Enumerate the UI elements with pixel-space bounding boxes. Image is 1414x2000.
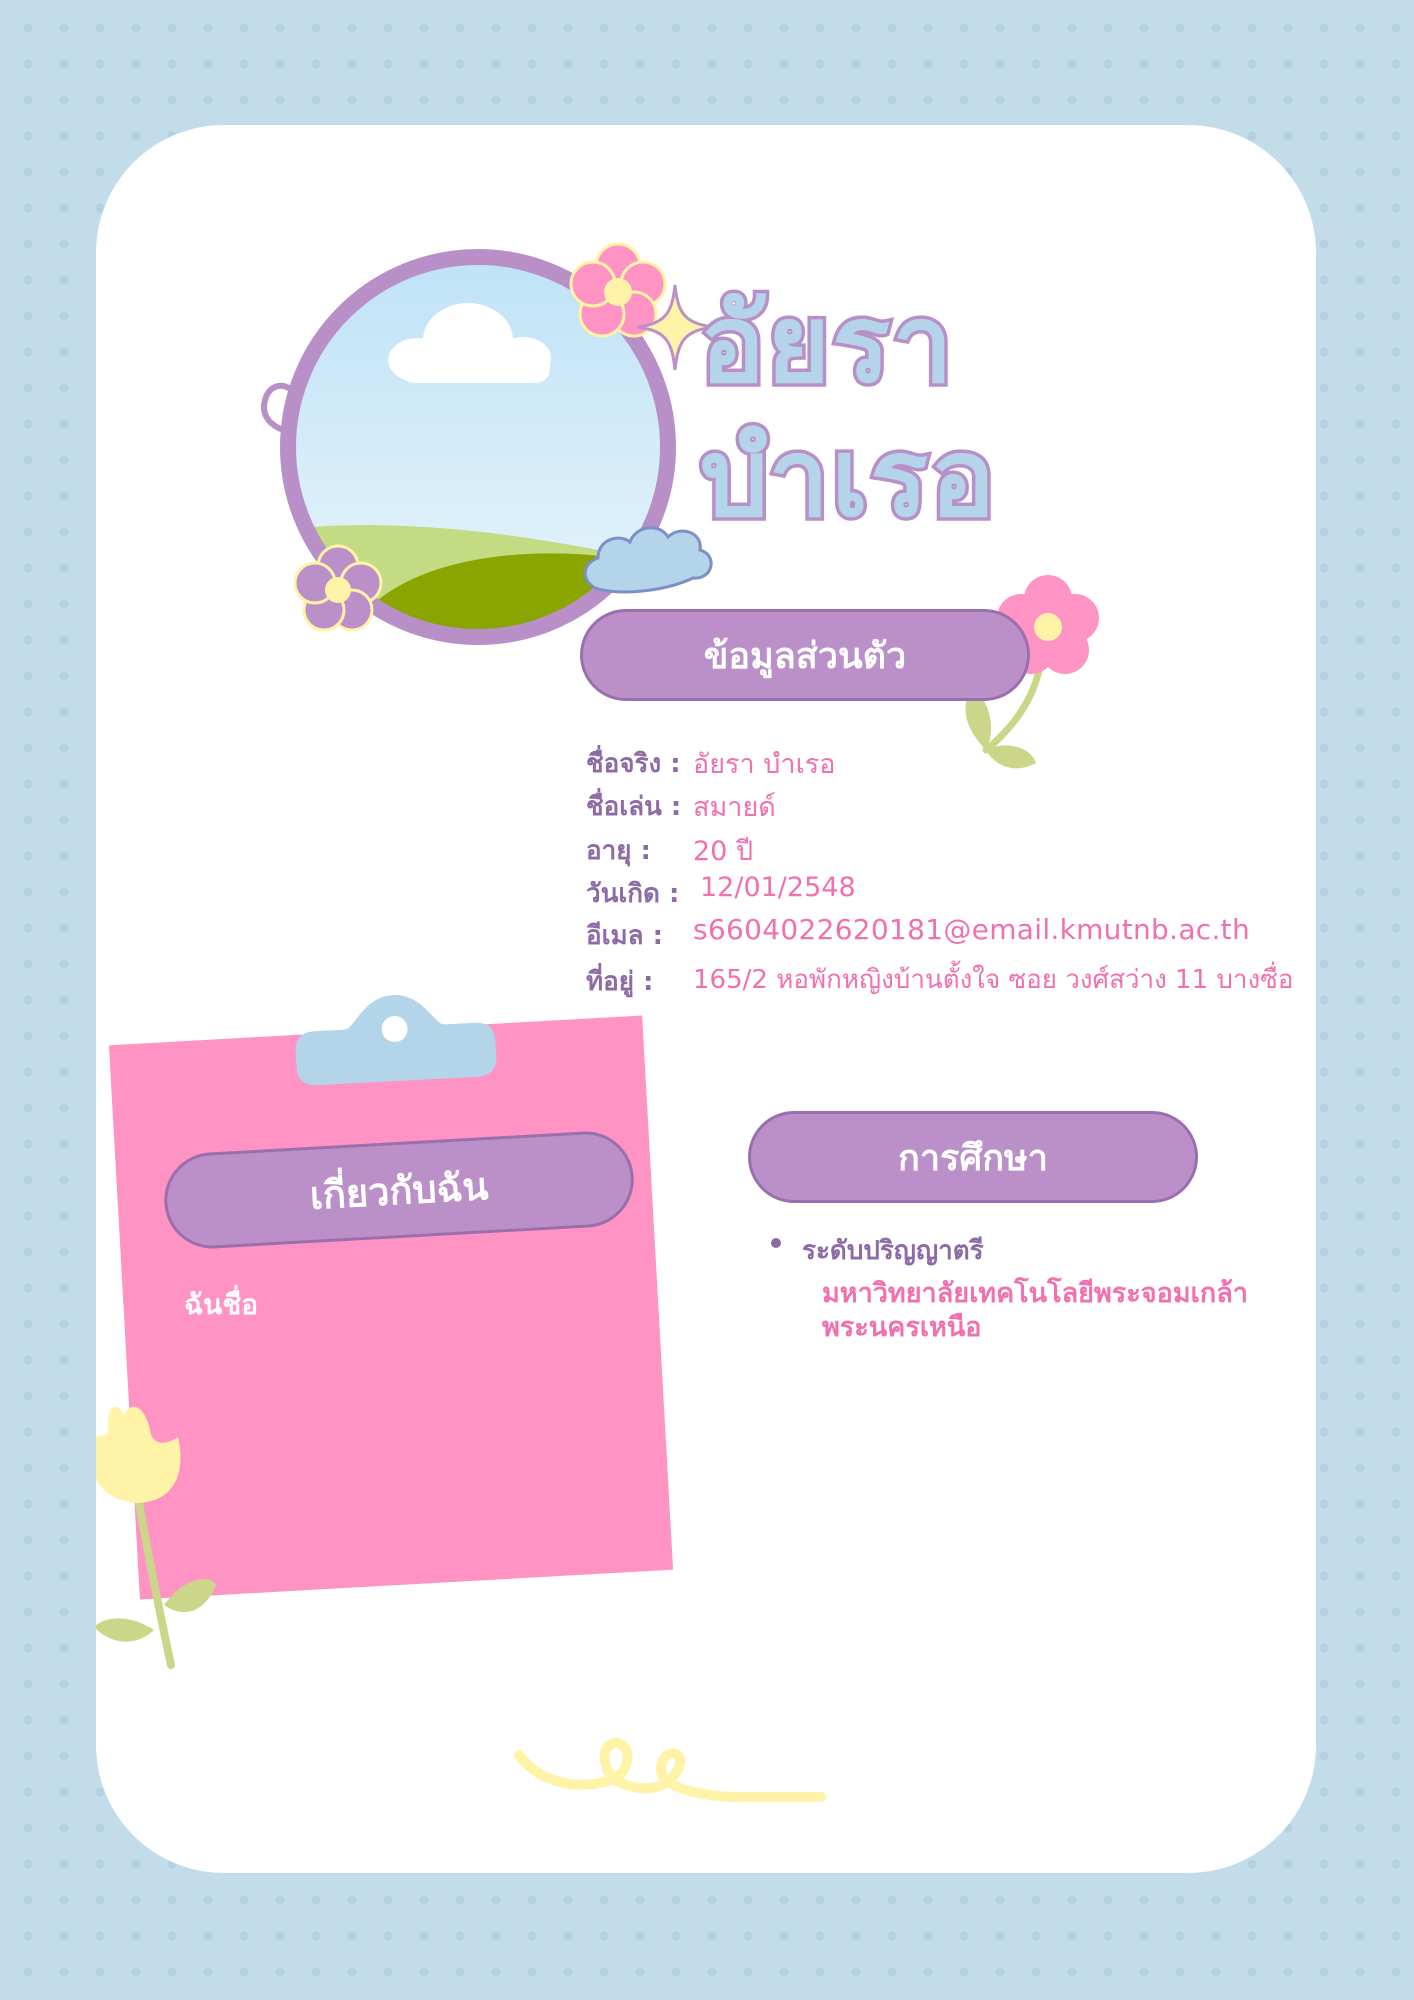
profile-photo-frame (261, 242, 714, 645)
resume-card: อัยรา บำเรอ ข้อมูลส่วนตัว ชื่อจริง : อัย… (96, 125, 1316, 1873)
education-bullet (771, 1238, 781, 1248)
field-label-fullname: ชื่อจริง : (586, 749, 681, 779)
field-label-address: ที่อยู่ : (586, 967, 654, 997)
clip-icon (295, 995, 497, 1086)
education-header: การศึกษา (748, 1111, 1198, 1203)
tulip-icon (96, 1406, 216, 1669)
field-value-age: 20 ปี (693, 836, 754, 867)
personal-info-header: ข้อมูลส่วนตัว (580, 609, 1030, 701)
name-first: อัยรา (697, 282, 957, 407)
field-label-age: อายุ : (586, 836, 651, 866)
field-value-address: 165/2 หอพักหญิงบ้านตั้งใจ ซอย วงศ์สว่าง … (693, 965, 1294, 995)
education-school-line2: พระนครเหนือ (822, 1312, 982, 1343)
field-value-email: s6604022620181@email.kmutnb.ac.th (693, 913, 1251, 946)
field-value-birthday: 12/01/2548 (700, 872, 856, 903)
field-label-email: อีเมล : (586, 921, 664, 951)
about-text: ฉันชื่อ (184, 1288, 259, 1321)
name-last: บำเรอ (697, 416, 999, 541)
field-value-fullname: อัยรา บำเรอ (693, 749, 836, 780)
education-level: ระดับปริญญาตรี (802, 1236, 984, 1266)
field-label-nickname: ชื่อเล่น : (586, 792, 682, 822)
field-label-birthday: วันเกิด : (586, 879, 680, 909)
flower-icon (569, 242, 667, 338)
field-value-nickname: สมายด์ (693, 792, 776, 823)
swirl-icon (514, 1737, 826, 1802)
